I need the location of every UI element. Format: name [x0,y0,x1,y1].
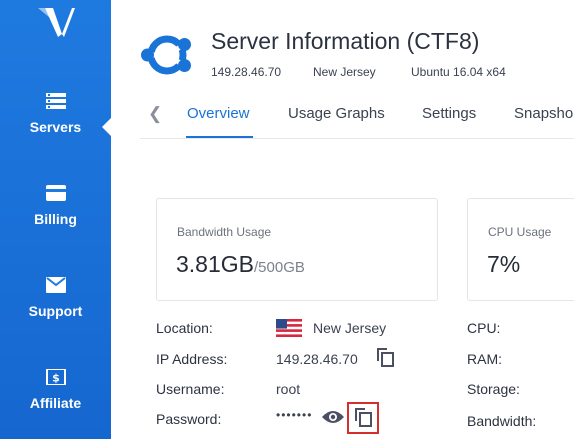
us-flag-icon [276,319,302,337]
ip-address-label: IP Address: [156,351,228,367]
sidebar-item-label: Affiliate [29,395,82,411]
bandwidth-usage-card: Bandwidth Usage 3.81GB/500GB [156,198,438,301]
header-location: New Jersey [313,65,376,79]
chevron-left-icon[interactable]: ❮ [148,104,162,124]
sidebar-item-billing[interactable]: Billing [0,185,111,227]
sidebar-item-label: Servers [29,119,82,135]
svg-text:$: $ [52,372,60,385]
ip-address-value: 149.28.46.70 [276,351,358,367]
vultr-logo[interactable] [36,4,76,40]
ubuntu-logo-icon [141,35,191,75]
highlight-box [347,402,379,434]
tab-usage-graphs[interactable]: Usage Graphs [288,105,385,122]
card-title: Bandwidth Usage [177,225,272,239]
tab-overview[interactable]: Overview [187,105,250,122]
bandwidth-used: 3.81GB [176,251,254,277]
tab-snapshots[interactable]: Snapsho [514,105,573,122]
tab-bar: ❮ Overview Usage Graphs Settings Snapsho [140,96,574,139]
copy-icon[interactable] [375,346,395,368]
envelope-icon [45,277,66,293]
page-title: Server Information (CTF8) [211,28,480,54]
credit-card-icon [45,185,66,201]
username-label: Username: [156,381,225,397]
sidebar-item-label: Billing [34,211,77,227]
card-title: CPU Usage [488,225,552,239]
password-value: ••••••• [276,408,313,422]
password-label: Password: [156,411,222,427]
sidebar: Servers Billing Support $ Affiliate [0,0,111,439]
header-ip: 149.28.46.70 [211,65,282,79]
cpu-label: CPU: [467,320,501,336]
sidebar-item-affiliate[interactable]: $ Affiliate [0,369,111,411]
eye-icon[interactable] [321,409,345,425]
sidebar-item-label: Support [28,303,83,319]
cpu-usage-card: CPU Usage 7% [467,198,574,301]
dollar-icon: $ [45,369,66,385]
sidebar-item-support[interactable]: Support [0,277,111,319]
active-tab-indicator [186,136,253,138]
header-os: Ubuntu 16.04 x64 [411,65,506,79]
bandwidth-label: Bandwidth: [467,413,537,429]
servers-list-icon [45,93,66,109]
sidebar-item-servers[interactable]: Servers [0,93,111,136]
storage-label: Storage: [467,381,520,397]
bandwidth-limit: /500GB [254,259,305,276]
location-label: Location: [156,320,213,336]
location-value: New Jersey [313,320,387,336]
tab-settings[interactable]: Settings [422,105,476,122]
card-value: 3.81GB/500GB [176,251,305,278]
username-value: root [276,381,301,397]
card-value: 7% [487,251,521,277]
ram-label: RAM: [467,351,502,367]
